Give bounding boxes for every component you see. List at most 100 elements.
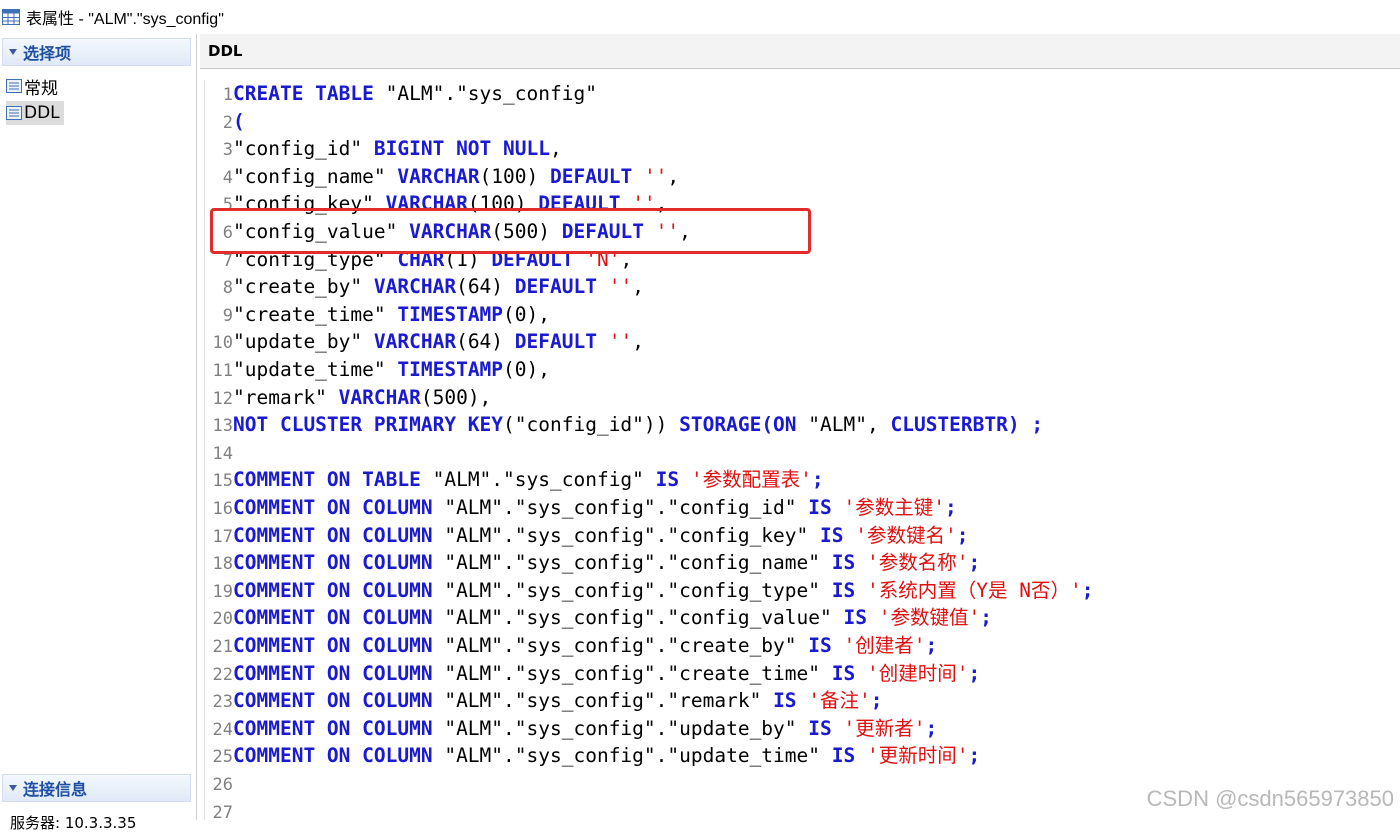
line-number: 15 — [212, 471, 233, 492]
code-token: IS — [808, 716, 844, 740]
highlight-annotation-box — [210, 208, 811, 254]
line-number: 27 — [212, 802, 233, 823]
code-token: DEFAULT — [550, 164, 644, 188]
code-token: BIGINT NOT NULL — [373, 137, 550, 161]
section-options-label: 选择项 — [23, 44, 72, 63]
code-line: 17COMMENT ON COLUMN "ALM"."sys_config"."… — [205, 522, 969, 550]
code-token: '参数键值' — [878, 606, 981, 630]
code-token: COMMENT ON COLUMN — [233, 661, 445, 685]
code-line: 15COMMENT ON TABLE "ALM"."sys_config" IS… — [205, 466, 824, 494]
tab-ddl[interactable]: DDL — [208, 42, 242, 60]
sidebar-item-label: 常规 — [24, 78, 58, 99]
code-line: 2( — [205, 108, 245, 136]
code-token: ; — [945, 496, 957, 519]
sidebar-item-general[interactable]: 常规 — [6, 74, 62, 99]
code-token: (0), — [503, 358, 551, 381]
line-number: 10 — [212, 333, 233, 354]
window-title-bar: 表属性 - "ALM"."sys_config" — [0, 0, 1400, 34]
code-token: '' — [643, 164, 668, 188]
line-number: 14 — [212, 443, 233, 464]
code-token: IS — [831, 744, 867, 768]
code-token: ; — [968, 661, 981, 685]
code-token: ; — [811, 468, 824, 492]
code-token: "ALM"."sys_config"."update_time" — [444, 744, 832, 768]
line-number: 25 — [212, 747, 233, 768]
code-token: '更新时间' — [866, 744, 969, 768]
code-token: "ALM"."sys_config"."remark" — [444, 689, 774, 713]
code-token: CLUSTERBTR) ; — [890, 413, 1044, 437]
code-token: IS — [831, 661, 867, 685]
code-token: "config_id" — [233, 137, 374, 161]
code-token: "update_by" — [233, 330, 374, 354]
code-token: (0), — [503, 302, 551, 326]
code-token: "update_time" — [233, 358, 398, 381]
code-line: 18COMMENT ON COLUMN "ALM"."sys_config"."… — [205, 549, 981, 577]
code-token: '更新者' — [843, 716, 926, 740]
section-connection-header[interactable]: 连接信息 — [2, 774, 191, 802]
code-line: 21COMMENT ON COLUMN "ALM"."sys_config"."… — [205, 632, 938, 660]
code-token: '参数配置表' — [690, 468, 812, 492]
code-token: COMMENT ON TABLE — [233, 468, 433, 492]
code-token: "ALM"."sys_config"."create_time" — [444, 661, 832, 685]
line-number: 13 — [212, 416, 233, 437]
code-token: DEFAULT — [514, 275, 609, 299]
code-token: VARCHAR — [373, 275, 457, 299]
code-token: "ALM"."sys_config"."config_value" — [444, 606, 844, 630]
code-token: ; — [956, 523, 969, 547]
code-token: STORAGE(ON — [679, 413, 809, 437]
line-number: 18 — [212, 554, 233, 575]
code-token: "ALM"."sys_config"."config_name" — [444, 551, 832, 575]
ddl-editor[interactable]: 1CREATE TABLE "ALM"."sys_config" 2(3"conf… — [204, 80, 1400, 823]
code-token: '' — [608, 330, 633, 354]
code-token: ; — [925, 716, 938, 740]
code-token: '参数主键' — [843, 496, 945, 519]
code-token: VARCHAR — [373, 330, 457, 354]
section-options-header[interactable]: 选择项 — [2, 38, 191, 66]
code-token: , — [632, 330, 644, 354]
line-number: 21 — [212, 637, 233, 657]
code-token: '系统内置（Y是 N否）' — [866, 578, 1082, 602]
code-token: '备注' — [808, 689, 871, 713]
code-line: 4"config_name" VARCHAR(100) DEFAULT '', — [205, 163, 679, 191]
line-number: 3 — [222, 140, 233, 161]
code-token: IS — [808, 496, 844, 519]
code-token: DEFAULT — [514, 330, 609, 354]
line-number: 4 — [222, 167, 233, 188]
code-line: 27 — [205, 798, 233, 826]
line-number: 19 — [212, 581, 233, 602]
line-number: 1 — [222, 85, 233, 105]
code-line: 16COMMENT ON COLUMN "ALM"."sys_config"."… — [205, 494, 957, 522]
code-token: IS — [808, 634, 844, 657]
line-number: 11 — [212, 361, 233, 381]
properties-icon — [6, 106, 22, 120]
window-title: 表属性 - "ALM"."sys_config" — [26, 11, 224, 28]
code-line: 26 — [205, 770, 233, 798]
code-line: 12"remark" VARCHAR(500), — [205, 384, 492, 412]
line-number: 2 — [222, 112, 233, 133]
code-line: 24COMMENT ON COLUMN "ALM"."sys_config"."… — [205, 715, 938, 743]
code-token: COMMENT ON COLUMN — [233, 716, 445, 740]
code-token: ; — [870, 689, 883, 713]
code-token: IS — [820, 523, 856, 547]
line-number: 20 — [212, 609, 233, 630]
collapse-triangle-icon[interactable] — [9, 785, 17, 791]
code-token: IS — [655, 468, 691, 492]
code-line: 22COMMENT ON COLUMN "ALM"."sys_config"."… — [205, 660, 981, 688]
code-token: "create_by" — [233, 275, 374, 299]
code-token: "ALM"."sys_config"."config_id" — [444, 496, 809, 519]
sidebar: 选择项 常规 DDL 连接信息 服务器: 10.3.3.35 — [0, 34, 197, 832]
code-token: (64) — [456, 330, 515, 354]
code-token: , — [667, 164, 680, 188]
line-number: 23 — [212, 692, 233, 713]
code-token: ( — [233, 109, 245, 133]
main-panel: DDL 1CREATE TABLE "ALM"."sys_config" 2(3"… — [200, 34, 1400, 823]
code-token: '参数键名' — [855, 523, 957, 547]
collapse-triangle-icon[interactable] — [9, 49, 17, 55]
code-token: "ALM"."sys_config"."create_by" — [444, 634, 809, 657]
code-token: TIMESTAMP — [397, 302, 504, 326]
sidebar-item-ddl[interactable]: DDL — [6, 101, 64, 125]
line-number: 16 — [212, 499, 233, 519]
code-token: (100) — [479, 164, 551, 188]
line-number: 24 — [212, 719, 233, 740]
section-connection-label: 连接信息 — [23, 780, 88, 799]
